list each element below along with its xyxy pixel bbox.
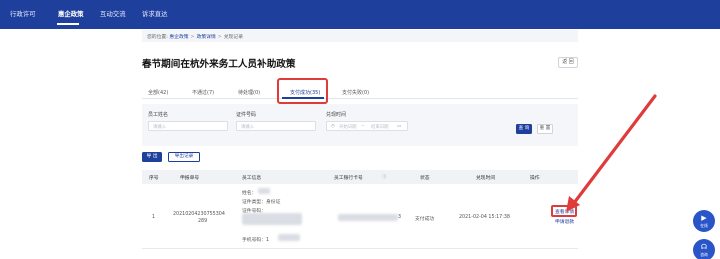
annotation-arrow xyxy=(566,94,657,212)
video-camera-icon: ▶ xyxy=(701,214,707,222)
online-service-label: 在线 xyxy=(700,223,708,228)
consult-label: 咨询 xyxy=(700,252,708,257)
consult-button[interactable]: ☊ 咨询 xyxy=(693,239,715,259)
online-service-button[interactable]: ▶ 在线 xyxy=(693,210,715,232)
headset-icon: ☊ xyxy=(700,243,708,251)
